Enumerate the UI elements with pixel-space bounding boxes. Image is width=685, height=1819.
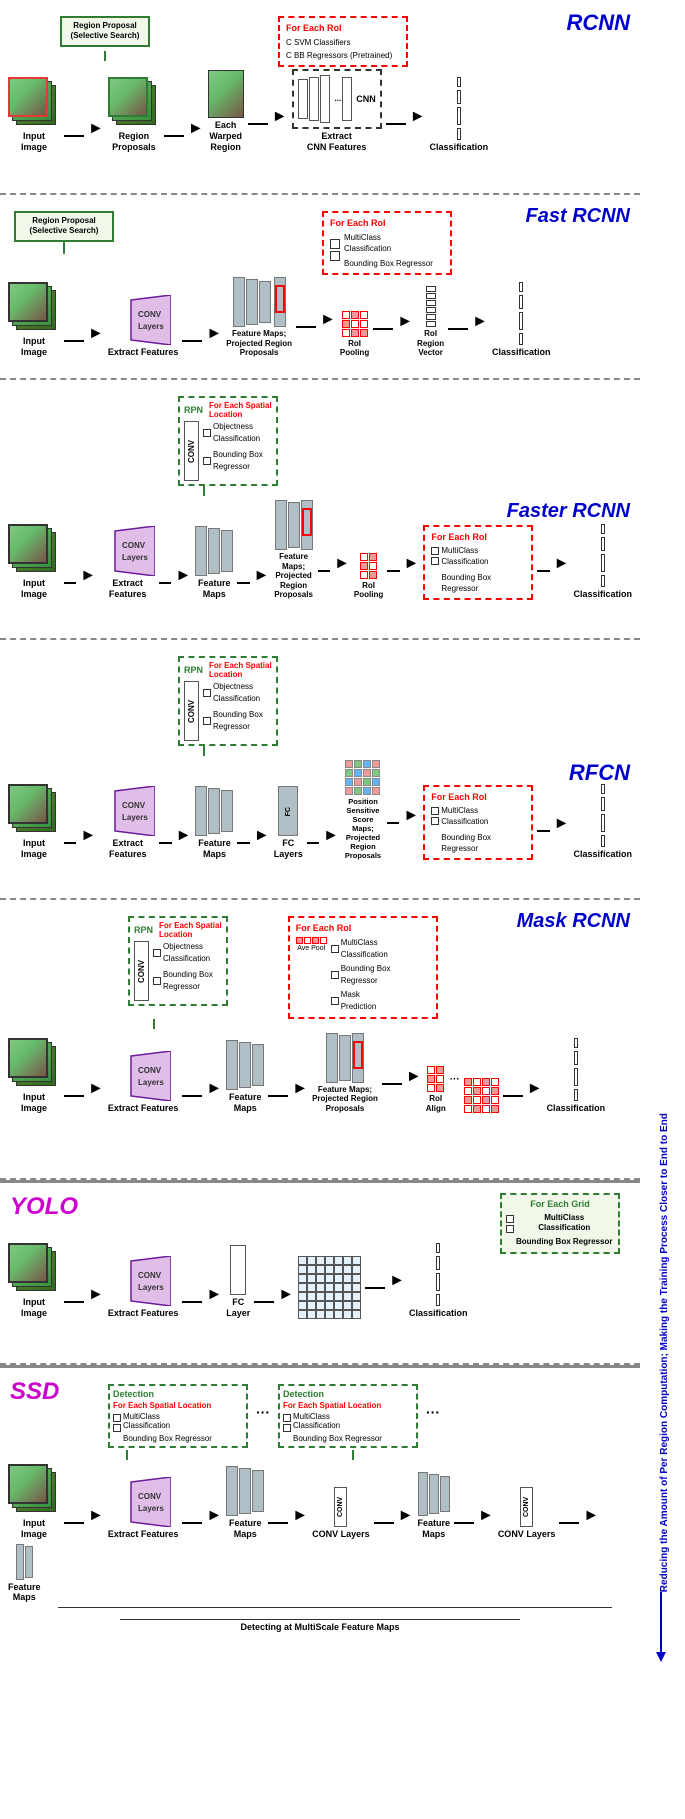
maskrcnn-mask-grid: [464, 1078, 499, 1113]
section-yolo: YOLO For Each Grid MultiClass Classifica…: [0, 1180, 640, 1365]
svg-text:CONV: CONV: [138, 1066, 162, 1075]
rcnn-cnn-block: ... CNN Extract CNN Features: [292, 69, 382, 153]
yolo-classification: Classification: [409, 1243, 468, 1319]
fastrcnn-title: Fast RCNN: [526, 205, 630, 228]
section-maskrcnn: Mask RCNN RPN For Each Spatial Location …: [0, 900, 640, 1180]
yolo-fc-layer: FC Layer: [226, 1245, 250, 1319]
rcnn-each-warped: Each Warped Region: [208, 70, 244, 152]
fastrcnn-roi-pooling: RoI Pooling: [340, 311, 369, 358]
rfcn-input-image: Input Image: [8, 784, 60, 860]
ssd-detection2-box: Detection For Each Spatial Location Mult…: [278, 1384, 418, 1448]
rpn-conv: CONV: [184, 421, 199, 481]
fasterrcnn-feature-maps2: Feature Maps; Projected Region Proposals: [273, 500, 313, 600]
yolo-conv-layers: CONV Layers Extract Features: [108, 1256, 179, 1319]
maskrcnn-rpn-box: RPN For Each Spatial Location CONV Objec…: [128, 916, 228, 1006]
yolo-title: YOLO: [10, 1193, 78, 1221]
svg-text:Layers: Layers: [138, 322, 164, 331]
maskrcnn-title: Mask RCNN: [517, 910, 630, 933]
rfcn-title: RFCN: [569, 760, 630, 786]
fastrcnn-classification: Classification: [492, 282, 551, 358]
rfcn-rpn-conv: CONV: [184, 681, 199, 741]
rfcn-ps-maps: Position Sensitive Score Maps; Projected…: [343, 760, 383, 860]
ssd-conv-layers: CONV Layers Extract Features: [108, 1477, 179, 1540]
svg-text:CONV: CONV: [138, 1271, 162, 1280]
maskrcnn-rpn-conv: CONV: [134, 941, 149, 1001]
rfcn-for-each-roi: For Each RoI MultiClass Classification B…: [423, 785, 533, 860]
yolo-input-image: Input Image: [8, 1243, 60, 1319]
maskrcnn-input-image: Input Image: [8, 1038, 60, 1114]
ssd-feature-maps1: Feature Maps: [226, 1466, 264, 1540]
rfcn-classification: Classification: [573, 784, 632, 860]
maskrcnn-roi-align: RoI Align: [426, 1066, 446, 1113]
rcnn-region-proposals: Region Proposals: [108, 77, 160, 153]
fastrcnn-region-proposal-box: Region Proposal (Selective Search): [14, 211, 114, 242]
ssd-conv-small2: CONV CONV Layers: [498, 1487, 556, 1540]
yolo-grid: [298, 1256, 361, 1319]
rfcn-rpn-box: RPN For Each Spatial Location CONV Objec…: [178, 656, 278, 746]
ssd-detection1-box: Detection For Each Spatial Location Mult…: [108, 1384, 248, 1448]
ssd-feature-maps3: Feature Maps: [8, 1544, 41, 1604]
rcnn-classification: Classification: [430, 77, 489, 153]
fastrcnn-input-image: Input Image: [8, 282, 60, 358]
maskrcnn-conv-layers: CONV Layers Extract Features: [108, 1051, 179, 1114]
ssd-conv-small1: CONV CONV Layers: [312, 1487, 370, 1540]
section-rcnn: RCNN Region Proposal (Selective Search) …: [0, 0, 640, 195]
fastrcnn-for-each-roi-box: For Each RoI MultiClass Classification B…: [322, 211, 452, 275]
fasterrcnn-classification: Classification: [573, 524, 632, 600]
rcnn-title: RCNN: [566, 10, 630, 36]
yolo-for-each-grid-box: For Each Grid MultiClass Classification …: [500, 1193, 620, 1254]
ssd-feature-maps2: Feature Maps: [417, 1472, 450, 1540]
rfcn-conv-layers: CONV Layers Extract Features: [100, 786, 155, 860]
fasterrcnn-for-each-roi: For Each RoI MultiClass Classification B…: [423, 525, 533, 600]
section-rfcn: RFCN RPN For Each Spatial Location CONV …: [0, 640, 640, 900]
svg-text:Layers: Layers: [122, 553, 148, 562]
svg-text:Layers: Layers: [138, 1078, 164, 1087]
section-fastrcnn: Fast RCNN Region Proposal (Selective Sea…: [0, 195, 640, 380]
fasterrcnn-input-image: Input Image: [8, 524, 60, 600]
rfcn-feature-maps: Feature Maps: [195, 786, 233, 860]
svg-text:Layers: Layers: [122, 813, 148, 822]
fasterrcnn-roi-pooling: RoI Pooling: [354, 553, 383, 600]
rcnn-input-image: Input Image: [8, 77, 60, 153]
fastrcnn-feature-maps: Feature Maps; Projected Region Proposals: [226, 277, 292, 358]
main-container: RCNN Region Proposal (Selective Search) …: [0, 0, 685, 1662]
maskrcnn-feature-maps: Feature Maps: [226, 1040, 264, 1114]
svg-text:CONV: CONV: [122, 541, 146, 550]
rfcn-fc-layers: FC FC Layers: [274, 786, 303, 860]
rcnn-for-each-roi-box: For Each RoI C SVM Classifiers C BB Regr…: [278, 16, 408, 67]
fasterrcnn-conv-layers: CONV Layers Extract Features: [100, 526, 155, 600]
maskrcnn-for-each-roi-box: For Each RoI Ave Pool: [288, 916, 438, 1019]
section-fasterrcnn: Faster RCNN RPN For Each Spatial Locatio…: [0, 380, 640, 640]
svg-text:CONV: CONV: [138, 1492, 162, 1501]
ssd-title: SSD: [10, 1378, 59, 1406]
fasterrcnn-rpn-box: RPN For Each Spatial Location CONV Objec…: [178, 396, 278, 486]
fasterrcnn-title: Faster RCNN: [507, 500, 630, 523]
svg-text:Layers: Layers: [138, 1283, 164, 1292]
right-vertical-text: Reducing the Amount of Per Region Comput…: [658, 0, 671, 1592]
ssd-input-image: Input Image: [8, 1464, 60, 1540]
fastrcnn-roi-vector: RoI Region Vector: [417, 286, 444, 358]
right-label-area: Reducing the Amount of Per Region Comput…: [640, 0, 685, 1662]
maskrcnn-feature-maps2: Feature Maps; Projected Region Proposals: [312, 1033, 378, 1114]
svg-text:CONV: CONV: [138, 310, 162, 319]
maskrcnn-classification: Classification: [547, 1038, 606, 1114]
fastrcnn-conv-layers: CONV Layers Extract Features: [108, 295, 179, 358]
diagrams-area: RCNN Region Proposal (Selective Search) …: [0, 0, 640, 1662]
svg-text:Layers: Layers: [138, 1504, 164, 1513]
svg-text:CONV: CONV: [122, 801, 146, 810]
rcnn-region-proposal-box: Region Proposal (Selective Search): [60, 16, 150, 47]
fasterrcnn-feature-maps: Feature Maps: [195, 526, 233, 600]
section-ssd: SSD Detection For Each Spatial Location …: [0, 1365, 640, 1662]
